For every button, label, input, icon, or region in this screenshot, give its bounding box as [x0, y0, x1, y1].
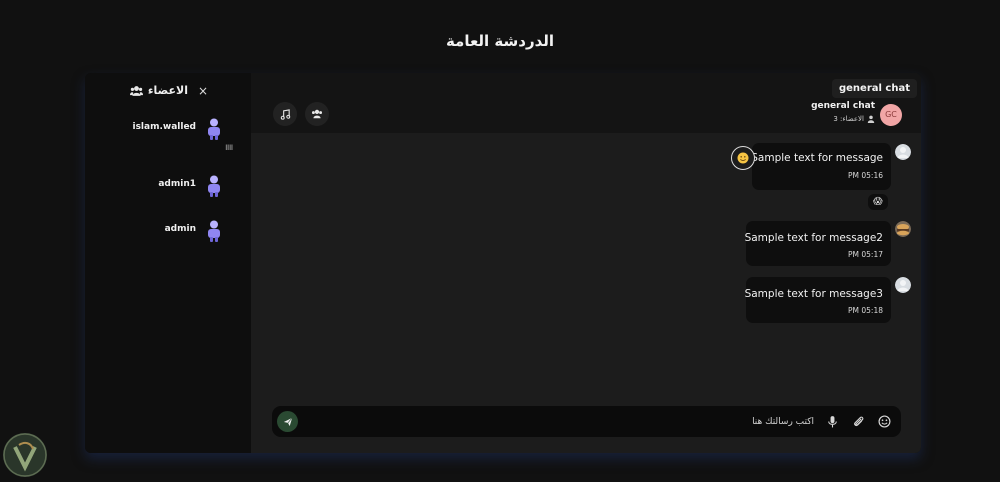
emoji-icon[interactable] — [878, 415, 891, 428]
member-avatar-icon — [208, 175, 220, 197]
message-bubble[interactable]: Sample text for message2 PM 05:17 — [744, 221, 891, 266]
message-reaction[interactable]: 😱 — [868, 194, 888, 210]
react-button[interactable] — [731, 146, 755, 170]
reaction-emoji: 😱 — [873, 197, 883, 207]
chat-header: general chat GC general chat الاعضاء: 3 — [251, 73, 921, 133]
member-status: llll — [225, 144, 233, 152]
member-name: admin1 — [158, 179, 196, 189]
message-text: Sample text for message2 — [744, 232, 883, 244]
message-composer — [272, 406, 901, 437]
users-icon — [312, 109, 322, 119]
message-text: Sample text for message3 — [744, 288, 883, 300]
music-button[interactable] — [273, 102, 297, 126]
members-count: الاعضاء: 3 — [833, 115, 875, 123]
send-icon — [283, 417, 292, 426]
close-sidebar-button[interactable]: × — [198, 84, 208, 98]
send-button[interactable] — [277, 411, 298, 432]
message-bubble[interactable]: Sample text for message3 PM 05:18 — [744, 277, 891, 323]
sidebar-header: × الاعضاء — [85, 84, 251, 100]
sidebar-title: الاعضاء — [147, 84, 188, 97]
chat-tag: general chat — [831, 79, 917, 98]
users-icon — [130, 86, 143, 96]
member-name: admin — [164, 224, 196, 234]
member-item[interactable]: admin — [85, 220, 251, 244]
smiley-icon — [737, 152, 749, 164]
message-time: PM 05:16 — [848, 171, 883, 180]
logo-watermark — [3, 433, 47, 477]
message-time: PM 05:17 — [848, 250, 883, 259]
mic-icon[interactable] — [826, 415, 839, 428]
music-icon — [280, 108, 290, 120]
page-title: الدردشة العامة — [445, 32, 555, 50]
user-icon — [867, 115, 875, 123]
message-time: PM 05:18 — [848, 306, 883, 315]
chat-avatar: GC — [880, 104, 902, 126]
chat-name: general chat — [811, 101, 875, 111]
members-count-label: الاعضاء: 3 — [833, 115, 864, 123]
member-avatar-icon — [208, 118, 220, 140]
message-text: Sample text for message — [751, 152, 883, 164]
member-avatar-icon — [208, 220, 220, 242]
members-button[interactable] — [305, 102, 329, 126]
sender-avatar — [895, 221, 911, 237]
member-item[interactable]: islam.walled llll — [85, 118, 251, 152]
member-name: islam.walled — [132, 122, 196, 132]
attach-icon[interactable] — [852, 415, 865, 428]
sender-avatar — [895, 144, 911, 160]
chat-panel: general chat GC general chat الاعضاء: 3 — [251, 73, 921, 453]
members-sidebar: × الاعضاء islam.walled llll admin1 admin — [85, 73, 251, 453]
member-item[interactable]: admin1 — [85, 175, 251, 199]
sender-avatar — [895, 277, 911, 293]
message-input[interactable] — [304, 413, 814, 430]
message-bubble[interactable]: Sample text for message PM 05:16 — [751, 143, 891, 190]
